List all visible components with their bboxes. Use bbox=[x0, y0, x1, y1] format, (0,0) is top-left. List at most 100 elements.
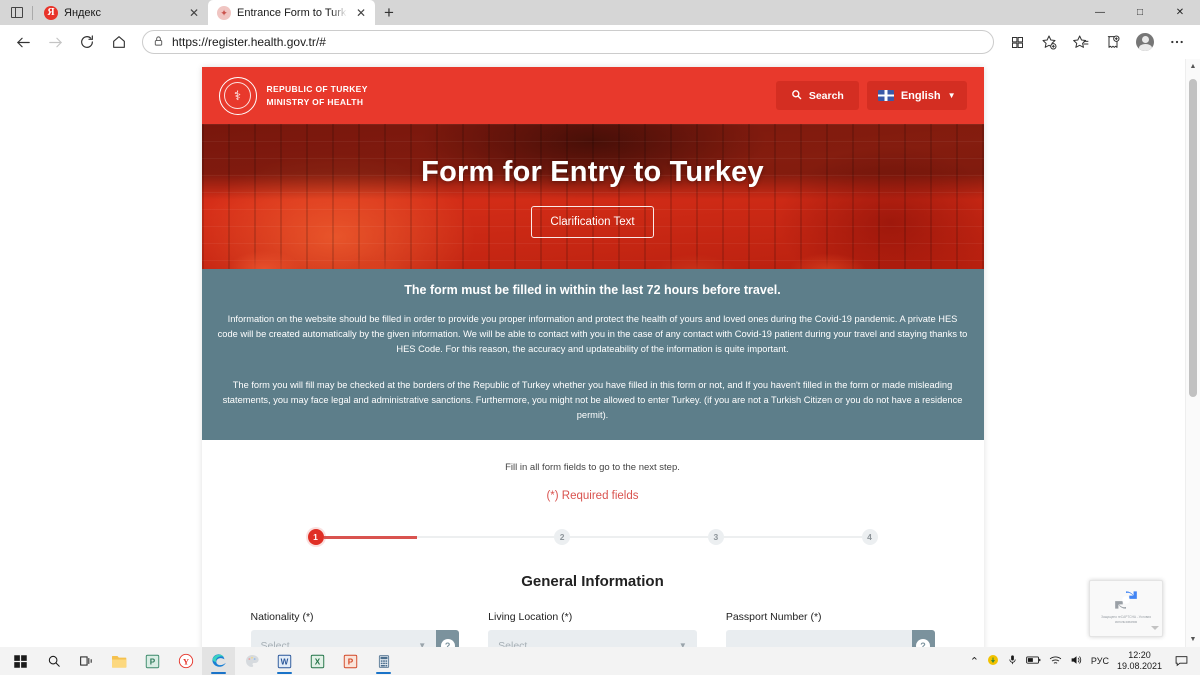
scroll-up-arrow-icon[interactable]: ▲ bbox=[1186, 59, 1200, 74]
info-paragraph-2: The form you will fill may be checked at… bbox=[222, 380, 963, 421]
step-connector-progress bbox=[323, 535, 417, 539]
word-icon[interactable]: W bbox=[268, 647, 301, 675]
clock-time: 12:20 bbox=[1128, 649, 1151, 660]
home-icon[interactable] bbox=[104, 28, 134, 56]
wifi-icon[interactable] bbox=[1049, 655, 1062, 668]
svg-text:P: P bbox=[150, 657, 156, 666]
header-actions: Search English ▼ bbox=[775, 81, 967, 110]
tab-title: Entrance Form to Turkey - Sağlık bbox=[237, 6, 347, 19]
tab-strip: Я Яндекс ✕ Entrance Form to Turkey - Sağ… bbox=[0, 0, 1200, 25]
calculator-icon[interactable] bbox=[367, 647, 400, 675]
step-indicator-4[interactable]: 4 bbox=[861, 529, 878, 546]
favorites-icon[interactable] bbox=[1066, 28, 1096, 56]
battery-icon[interactable] bbox=[1026, 655, 1041, 667]
vertical-scrollbar[interactable]: ▲ ▼ bbox=[1185, 59, 1200, 647]
passport-help-button[interactable]: ? bbox=[911, 630, 935, 647]
step-connector-2 bbox=[570, 536, 708, 539]
minimize-button[interactable]: — bbox=[1080, 0, 1120, 25]
living-location-select[interactable]: Select ▼ bbox=[488, 630, 697, 647]
profile-avatar[interactable] bbox=[1130, 28, 1160, 56]
browser-window: Я Яндекс ✕ Entrance Form to Turkey - Sağ… bbox=[0, 0, 1200, 647]
yandex-browser-icon[interactable]: Y bbox=[169, 647, 202, 675]
add-favorite-icon[interactable] bbox=[1034, 28, 1064, 56]
uk-flag-icon bbox=[877, 90, 894, 101]
collections-icon[interactable] bbox=[1098, 28, 1128, 56]
form-hint: Fill in all form fields to go to the nex… bbox=[505, 462, 680, 474]
scrollbar-thumb[interactable] bbox=[1189, 79, 1197, 397]
search-icon bbox=[791, 89, 802, 103]
step-indicator-3[interactable]: 3 bbox=[707, 529, 724, 546]
language-label: English bbox=[900, 89, 941, 102]
maximize-button[interactable]: □ bbox=[1120, 0, 1160, 25]
lock-icon bbox=[153, 35, 164, 50]
task-view-icon[interactable] bbox=[70, 647, 103, 675]
field-label: Nationality (*) bbox=[250, 611, 314, 624]
close-window-button[interactable]: ✕ bbox=[1160, 0, 1200, 25]
site-header: ⚕ REPUBLIC OF TURKEY MINISTRY OF HEALTH bbox=[201, 67, 984, 124]
nationality-select[interactable]: Select ▼ bbox=[250, 630, 437, 647]
step-connector-3 bbox=[723, 536, 862, 539]
recaptcha-badge[interactable]: Защищено reCAPTCHA - Условия использован… bbox=[1089, 580, 1163, 637]
web-page: ⚕ REPUBLIC OF TURKEY MINISTRY OF HEALTH bbox=[0, 59, 1185, 647]
show-hidden-icons-chevron[interactable]: ⌃ bbox=[970, 655, 979, 668]
recaptcha-text: Защищено reCAPTCHA - Условия использован… bbox=[1101, 615, 1151, 624]
page-title: Form for Entry to Turkey bbox=[421, 155, 764, 188]
scroll-down-arrow-icon[interactable]: ▼ bbox=[1186, 632, 1200, 647]
update-status-icon[interactable] bbox=[987, 654, 999, 668]
info-paragraph-1: Information on the website should be fil… bbox=[217, 314, 968, 355]
powerpoint-icon[interactable]: P bbox=[334, 647, 367, 675]
action-center-icon[interactable] bbox=[1170, 652, 1192, 670]
required-fields-note: (*) Required fields bbox=[546, 490, 639, 503]
logo-text: REPUBLIC OF TURKEY MINISTRY OF HEALTH bbox=[267, 83, 368, 107]
powerpoint-taskbar-icon[interactable]: P bbox=[136, 647, 169, 675]
section-title: General Information bbox=[521, 573, 664, 591]
edge-browser-icon[interactable] bbox=[202, 647, 235, 675]
info-band: The form must be filled in within the la… bbox=[201, 269, 984, 441]
language-selector-button[interactable]: English ▼ bbox=[866, 81, 967, 110]
tab-close-icon[interactable]: ✕ bbox=[353, 5, 369, 21]
chevron-down-icon: ▼ bbox=[947, 91, 956, 100]
file-explorer-icon[interactable] bbox=[103, 647, 136, 675]
logo-line-2: MINISTRY OF HEALTH bbox=[266, 96, 364, 107]
start-button[interactable] bbox=[4, 647, 37, 675]
window-controls: — □ ✕ bbox=[1080, 0, 1200, 25]
browser-tab-yandex[interactable]: Я Яндекс ✕ bbox=[35, 0, 208, 25]
tab-title: Яндекс bbox=[64, 6, 101, 19]
search-taskbar-icon[interactable] bbox=[37, 647, 70, 675]
forward-arrow-icon bbox=[40, 28, 70, 56]
language-indicator[interactable]: РУС bbox=[1091, 656, 1109, 666]
page-viewport: ⚕ REPUBLIC OF TURKEY MINISTRY OF HEALTH bbox=[0, 59, 1200, 647]
url-text: https://register.health.gov.tr/# bbox=[172, 35, 326, 49]
clarification-text-button[interactable]: Clarification Text bbox=[531, 205, 654, 238]
address-bar[interactable]: https://register.health.gov.tr/# bbox=[142, 30, 994, 54]
volume-icon[interactable] bbox=[1070, 654, 1083, 668]
clock-date: 19.08.2021 bbox=[1116, 661, 1162, 671]
tab-actions-icon bbox=[11, 7, 23, 18]
new-tab-button[interactable]: + bbox=[375, 0, 403, 25]
field-nationality: Nationality (*) Select ▼ ? bbox=[250, 611, 460, 647]
logo-line-1: REPUBLIC OF TURKEY bbox=[266, 84, 368, 95]
form-stepper: 1 2 3 4 bbox=[202, 529, 984, 546]
nationality-help-button[interactable]: ? bbox=[436, 630, 460, 647]
settings-more-icon[interactable] bbox=[1162, 28, 1192, 56]
living-location-select-value: Select bbox=[498, 639, 528, 647]
step-indicator-2[interactable]: 2 bbox=[554, 529, 571, 546]
field-label: Passport Number (*) bbox=[725, 611, 822, 624]
browser-tab-entrance-form[interactable]: Entrance Form to Turkey - Sağlık ✕ bbox=[208, 0, 375, 25]
recaptcha-icon bbox=[1113, 587, 1139, 613]
microphone-icon[interactable] bbox=[1007, 654, 1018, 668]
system-tray: ⌃ РУС 12:20 19.08.2021 bbox=[970, 650, 1196, 673]
refresh-icon[interactable] bbox=[72, 28, 102, 56]
tab-actions-button[interactable] bbox=[4, 0, 30, 25]
tab-close-icon[interactable]: ✕ bbox=[186, 5, 202, 21]
paint-icon[interactable] bbox=[235, 647, 268, 675]
collections-grid-icon[interactable] bbox=[1002, 28, 1032, 56]
search-button[interactable]: Search bbox=[775, 81, 859, 110]
back-arrow-icon[interactable] bbox=[8, 28, 38, 56]
clock[interactable]: 12:20 19.08.2021 bbox=[1117, 650, 1162, 673]
step-indicator-1[interactable]: 1 bbox=[307, 529, 324, 546]
excel-icon[interactable]: X bbox=[301, 647, 334, 675]
passport-number-input[interactable] bbox=[725, 630, 912, 647]
ministry-seal-icon: ⚕ bbox=[218, 76, 257, 115]
ministry-logo[interactable]: ⚕ REPUBLIC OF TURKEY MINISTRY OF HEALTH bbox=[218, 76, 368, 115]
